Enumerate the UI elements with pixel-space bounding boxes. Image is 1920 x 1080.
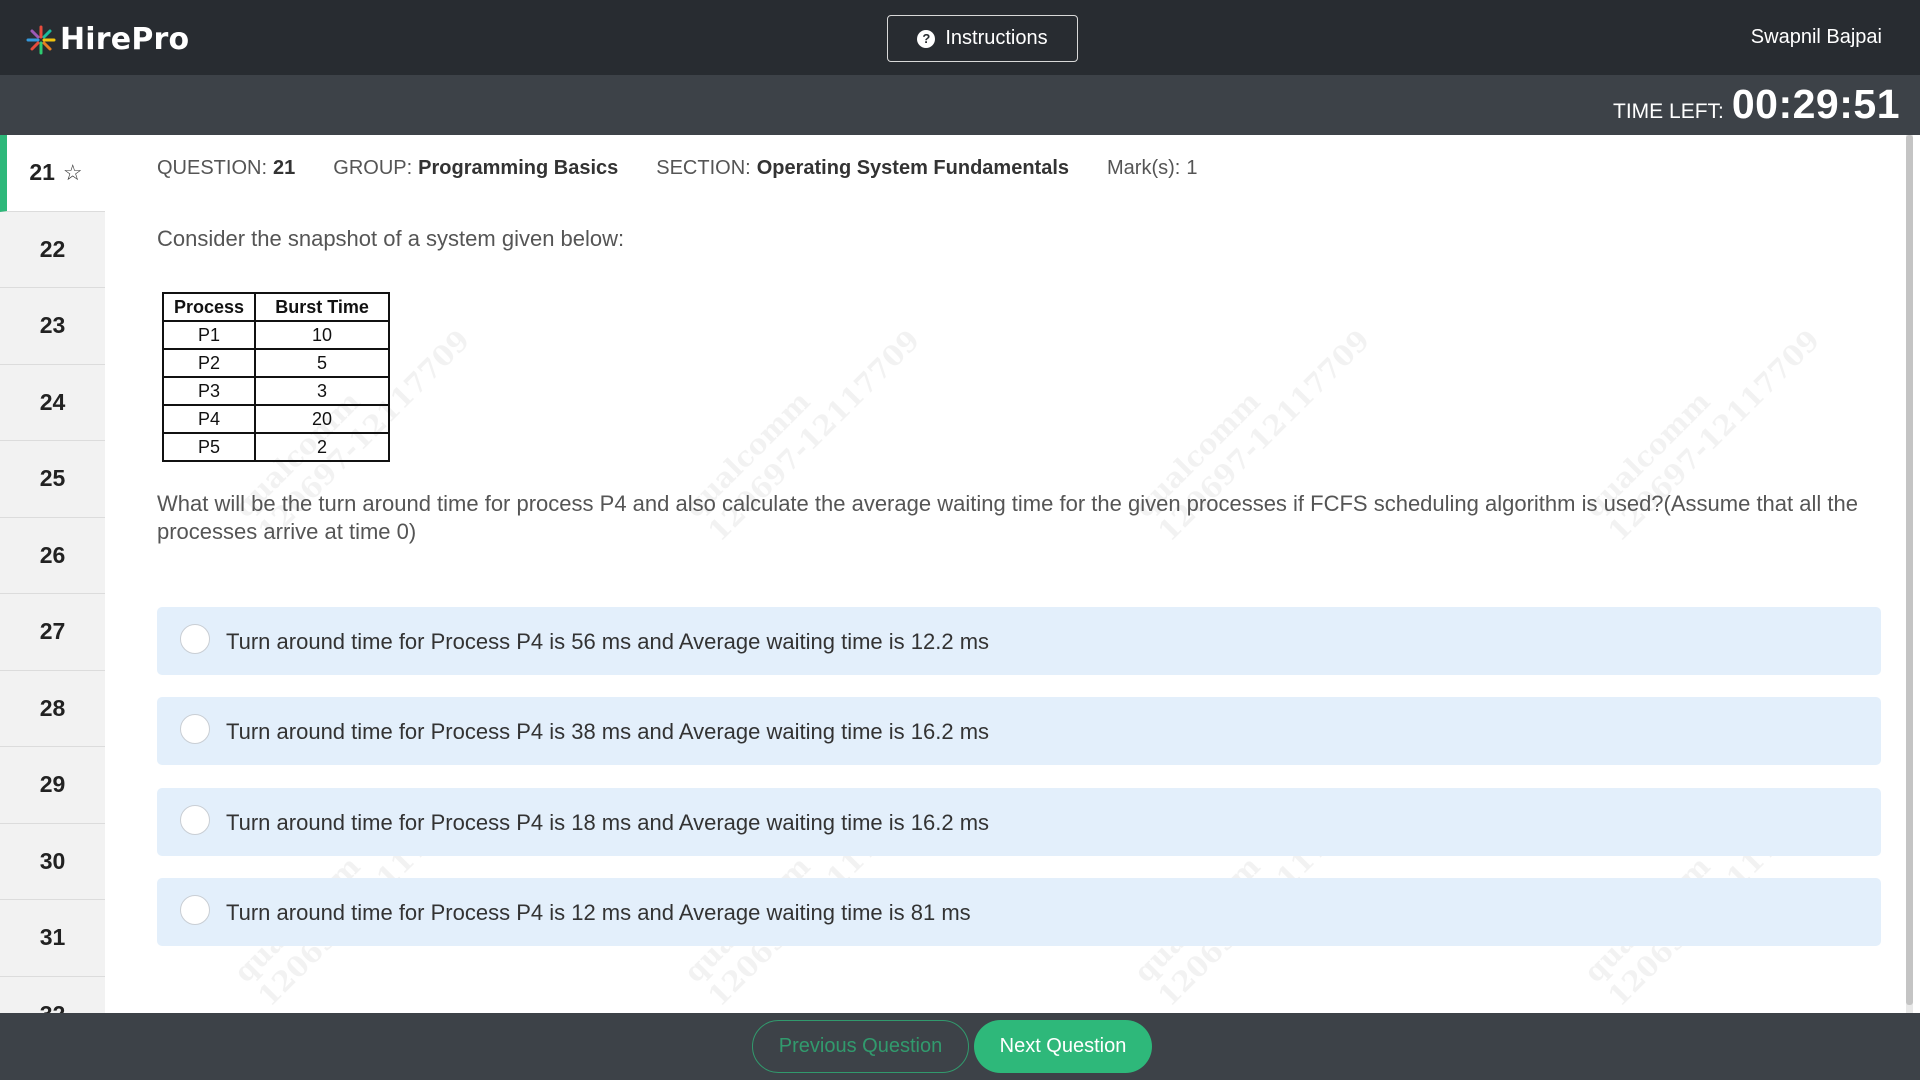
question-nav-label: 32 xyxy=(40,1001,66,1013)
table-header-cell: Process xyxy=(161,292,257,322)
question-panel: qualcomm 120697-12117709 qualcomm 120697… xyxy=(105,135,1913,1013)
answer-option-text: Turn around time for Process P4 is 56 ms… xyxy=(226,629,990,654)
question-nav-22[interactable]: 22 xyxy=(0,212,105,288)
question-nav-label: 21 xyxy=(29,159,55,186)
question-group: GROUP: Programming Basics xyxy=(333,157,618,180)
star-icon[interactable]: ☆ xyxy=(63,160,83,186)
question-nav-26[interactable]: 26 xyxy=(0,518,105,594)
answer-option-1[interactable]: Turn around time for Process P4 is 56 ms… xyxy=(157,607,1881,675)
question-nav-23[interactable]: 23 xyxy=(0,288,105,365)
question-text: What will be the turn around time for pr… xyxy=(157,491,1858,544)
table-header-row: Process Burst Time xyxy=(161,292,391,322)
question-number: QUESTION: 21 xyxy=(157,157,295,180)
group-value: Programming Basics xyxy=(418,157,619,179)
table-cell: P2 xyxy=(161,348,257,378)
brand-name: HirePro xyxy=(60,22,190,57)
marks-value: 1 xyxy=(1186,157,1198,179)
question-nav-label: 29 xyxy=(39,771,66,798)
table-row: P4 20 xyxy=(161,404,391,434)
group-label: GROUP: xyxy=(333,157,413,179)
question-nav-label: 31 xyxy=(39,924,66,951)
previous-question-button[interactable]: Previous Question xyxy=(752,1020,969,1073)
table-cell: 20 xyxy=(254,404,391,434)
table-cell: 2 xyxy=(254,432,391,462)
section-value: Operating System Fundamentals xyxy=(756,157,1069,179)
radio-button[interactable] xyxy=(180,714,210,744)
question-nav-label: 28 xyxy=(39,694,66,721)
question-nav-29[interactable]: 29 xyxy=(0,747,105,824)
table-cell: P3 xyxy=(161,376,257,406)
marks-label: Mark(s): xyxy=(1107,157,1181,179)
radio-button[interactable] xyxy=(180,624,210,654)
scrollbar-thumb[interactable] xyxy=(1906,135,1913,1005)
table-cell: 5 xyxy=(254,348,391,378)
answer-option-text: Turn around time for Process P4 is 38 ms… xyxy=(226,719,990,744)
question-value: 21 xyxy=(273,157,296,179)
instructions-button[interactable]: ? Instructions xyxy=(887,15,1078,62)
table-row: P5 2 xyxy=(161,432,391,462)
next-question-button[interactable]: Next Question xyxy=(974,1020,1152,1073)
scrollbar-track[interactable] xyxy=(1906,135,1913,1013)
question-intro: Consider the snapshot of a system given … xyxy=(157,226,625,251)
question-nav-30[interactable]: 30 xyxy=(0,824,105,900)
question-nav-label: 26 xyxy=(39,541,66,568)
table-cell: P4 xyxy=(161,404,257,434)
hirepro-logo: HirePro xyxy=(26,22,189,57)
answer-option-text: Turn around time for Process P4 is 18 ms… xyxy=(226,810,990,835)
question-nav-21[interactable]: 21 ☆ xyxy=(0,135,105,212)
question-nav-32[interactable]: 32 xyxy=(0,977,105,1013)
instructions-label: Instructions xyxy=(945,27,1048,49)
question-nav-25[interactable]: 25 xyxy=(0,441,105,518)
question-nav-label: 22 xyxy=(39,235,66,262)
question-nav-31[interactable]: 31 xyxy=(0,900,105,977)
timer-bar: TIME LEFT: 00:29:51 xyxy=(0,75,1920,135)
time-left-label: TIME LEFT: xyxy=(1613,100,1724,123)
answer-option-3[interactable]: Turn around time for Process P4 is 18 ms… xyxy=(157,788,1881,856)
table-row: P3 3 xyxy=(161,376,391,406)
question-nav-28[interactable]: 28 xyxy=(0,671,105,747)
top-bar: HirePro ? Instructions Swapnil Bajpai xyxy=(0,0,1920,75)
help-icon: ? xyxy=(917,29,936,48)
question-nav-label: 23 xyxy=(39,312,66,339)
question-navigator: 21 ☆ 22 23 24 25 26 27 28 29 30 31 32 xyxy=(0,135,105,1013)
question-meta: QUESTION: 21 GROUP: Programming Basics SEC… xyxy=(157,157,1235,180)
table-cell: 3 xyxy=(254,376,391,406)
section-label: SECTION: xyxy=(656,157,751,179)
question-nav-label: 27 xyxy=(39,618,66,645)
radio-button[interactable] xyxy=(180,895,210,925)
question-section: SECTION: Operating System Fundamentals xyxy=(656,157,1069,180)
question-nav-24[interactable]: 24 xyxy=(0,365,105,441)
radio-button[interactable] xyxy=(180,805,210,835)
table-row: P2 5 xyxy=(161,348,391,378)
table-row: P1 10 xyxy=(161,320,391,350)
spark-logo-icon xyxy=(26,25,56,54)
question-nav-label: 30 xyxy=(39,847,66,874)
question-nav-27[interactable]: 27 xyxy=(0,594,105,671)
table-cell: P5 xyxy=(161,432,257,462)
answer-option-text: Turn around time for Process P4 is 12 ms… xyxy=(226,900,971,925)
burst-time-table: Process Burst Time P1 10 P2 5 P3 3 P4 20 xyxy=(161,292,391,462)
question-label: QUESTION: xyxy=(157,157,268,179)
user-name: Swapnil Bajpai xyxy=(1750,26,1882,48)
answer-option-2[interactable]: Turn around time for Process P4 is 38 ms… xyxy=(157,697,1881,765)
question-nav-label: 25 xyxy=(39,465,66,492)
table-header-cell: Burst Time xyxy=(254,292,391,322)
table-cell: 10 xyxy=(254,320,391,350)
time-left: TIME LEFT: 00:29:51 xyxy=(1613,81,1900,128)
question-nav-label: 24 xyxy=(39,388,66,415)
table-cell: P1 xyxy=(161,320,257,350)
question-marks: Mark(s): 1 xyxy=(1107,157,1197,180)
time-left-value: 00:29:51 xyxy=(1731,81,1900,127)
bottom-nav-bar: Previous Question Next Question xyxy=(0,1013,1920,1080)
answer-option-4[interactable]: Turn around time for Process P4 is 12 ms… xyxy=(157,878,1881,946)
